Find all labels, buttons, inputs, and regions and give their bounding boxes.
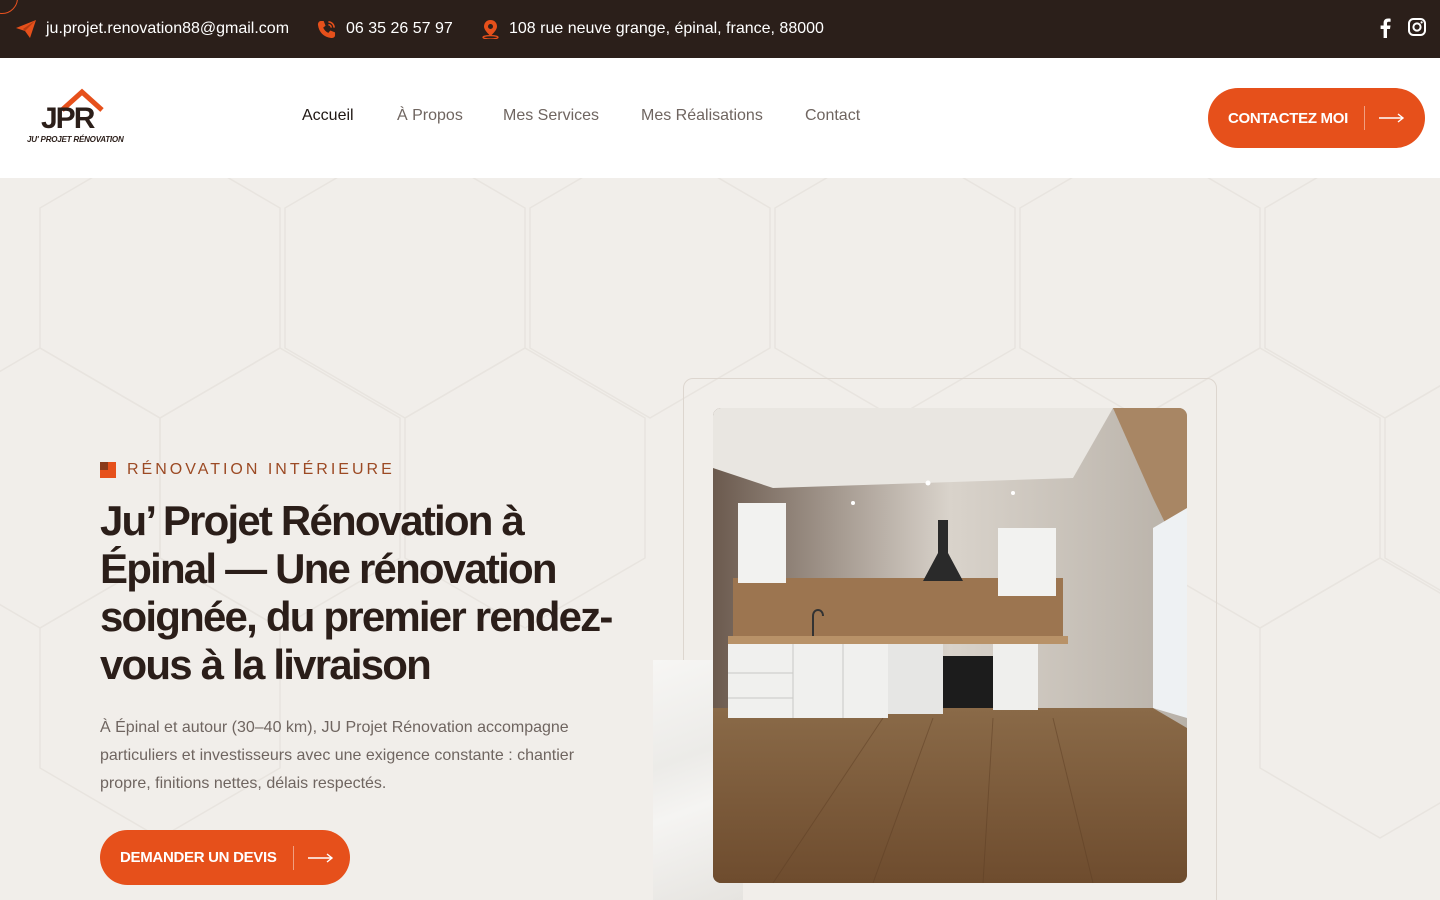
- nav-item-accueil[interactable]: Accueil: [302, 107, 354, 125]
- paper-plane-icon: [16, 20, 36, 38]
- eyebrow-square-icon: [100, 462, 116, 478]
- request-quote-label: DEMANDER UN DEVIS: [120, 849, 277, 866]
- arrow-right-icon: [1378, 113, 1405, 123]
- logo-tagline: JU' PROJET RÉNOVATION: [27, 135, 124, 144]
- instagram-icon[interactable]: [1408, 18, 1426, 36]
- nav-item-mes-services[interactable]: Mes Services: [503, 107, 599, 125]
- hero-title: Ju’ Projet Rénovation à Épinal — Une rén…: [100, 497, 613, 688]
- button-divider: [1363, 106, 1365, 130]
- email-text: ju.projet.renovation88@gmail.com: [46, 20, 290, 37]
- facebook-icon[interactable]: [1380, 18, 1391, 38]
- contact-me-button[interactable]: CONTACTEZ MOI: [1208, 88, 1425, 148]
- phone-text: 06 35 26 57 97: [346, 20, 453, 37]
- address-contact[interactable]: 108 rue neuve grange, épinal, france, 88…: [482, 0, 824, 58]
- logo-letters: JPR: [41, 102, 96, 135]
- arrow-right-icon: [307, 852, 333, 863]
- map-pin-icon: [482, 19, 499, 39]
- nav-item-contact[interactable]: Contact: [805, 107, 860, 125]
- address-text: 108 rue neuve grange, épinal, france, 88…: [509, 20, 824, 37]
- phone-contact[interactable]: 06 35 26 57 97: [317, 0, 453, 58]
- request-quote-button[interactable]: DEMANDER UN DEVIS: [100, 830, 350, 885]
- button-divider: [292, 845, 294, 870]
- nav-item-a-propos[interactable]: À Propos: [397, 107, 463, 125]
- phone-icon: [317, 20, 336, 38]
- hero-eyebrow: RÉNOVATION INTÉRIEURE: [100, 461, 395, 479]
- eyebrow-text: RÉNOVATION INTÉRIEURE: [127, 461, 395, 478]
- contact-me-label: CONTACTEZ MOI: [1228, 109, 1348, 127]
- top-bar: ju.projet.renovation88@gmail.com 06 35 2…: [0, 0, 1440, 58]
- nav-item-mes-realisations[interactable]: Mes Réalisations: [641, 107, 763, 125]
- hero-description: À Épinal et autour (30–40 km), JU Projet…: [100, 719, 575, 792]
- kitchen-photo: [713, 408, 1187, 883]
- email-contact[interactable]: ju.projet.renovation88@gmail.com: [16, 0, 289, 58]
